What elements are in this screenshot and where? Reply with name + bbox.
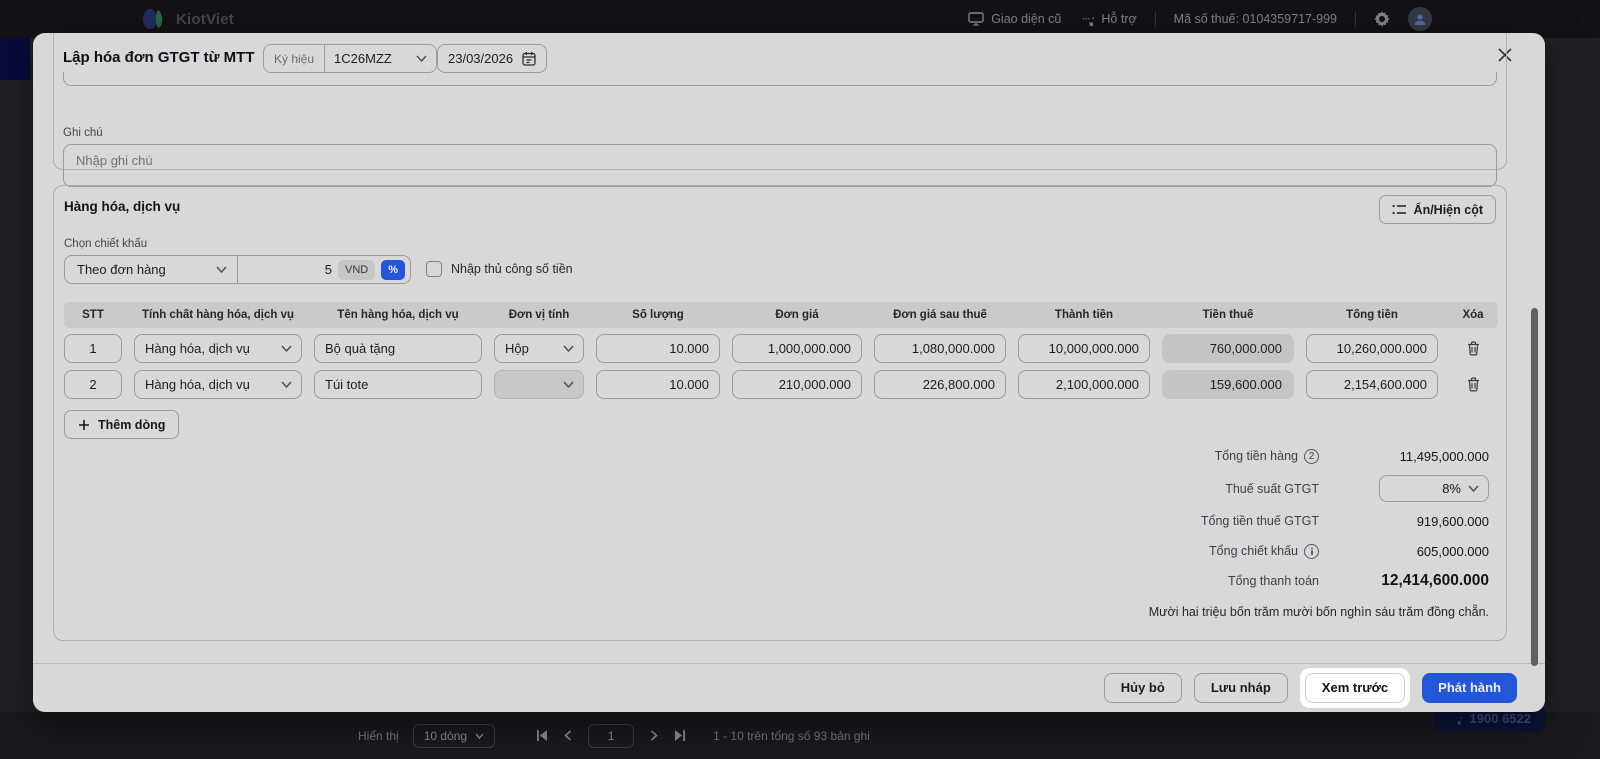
chevron-down-icon	[475, 733, 484, 739]
quantity-input[interactable]: 10.000	[596, 370, 720, 399]
discount-total-value: 605,000.000	[1416, 543, 1489, 559]
show-label: Hiển thị	[358, 728, 399, 743]
amount-input[interactable]: 2,100,000.000	[1018, 370, 1150, 399]
trash-icon	[1467, 341, 1480, 356]
preview-button[interactable]: Xem trước	[1304, 672, 1406, 703]
pagination-summary: 1 - 10 trên tổng số 93 bản ghi	[713, 728, 870, 743]
chevron-down-icon	[563, 381, 574, 388]
cancel-button[interactable]: Hủy bỏ	[1103, 672, 1182, 703]
modal-scrollbar-thumb[interactable]	[1531, 308, 1538, 666]
header-divider	[1355, 11, 1356, 27]
line-total-input[interactable]: 2,154,600.000	[1306, 370, 1438, 399]
discount-type-select[interactable]: Theo đơn hàng	[65, 256, 237, 283]
tax-amount-readonly: 159,600.000	[1162, 370, 1294, 399]
tax-amount-readonly: 760,000.000	[1162, 334, 1294, 363]
price-after-tax-input[interactable]: 1,080,000.000	[874, 334, 1006, 363]
chevron-down-icon	[281, 381, 292, 388]
table-header-row: STT Tính chất hàng hóa, dịch vụ Tên hàng…	[64, 302, 1498, 328]
vat-rate-label: Thuế suất GTGT	[1225, 481, 1319, 496]
vat-total-value: 919,600.000	[1416, 513, 1489, 529]
page-size-select[interactable]: 10 dòng	[412, 723, 496, 748]
price-input[interactable]: 210,000.000	[732, 370, 862, 399]
chevron-down-icon	[1468, 485, 1479, 492]
delete-row-button[interactable]	[1450, 334, 1496, 363]
info-icon[interactable]	[1304, 543, 1319, 559]
brand-logo: KiotViet	[142, 8, 234, 30]
delete-row-button[interactable]	[1450, 370, 1496, 399]
vat-rate-select[interactable]: 8%	[1379, 475, 1489, 502]
publish-button[interactable]: Phát hành	[1422, 672, 1517, 703]
header-divider	[1154, 11, 1156, 27]
page-number-input[interactable]: 1	[588, 723, 635, 748]
subtotal-value: 11,495,000.000	[1399, 448, 1489, 464]
discount-label: Chọn chiết khấu	[64, 238, 148, 250]
next-page-icon[interactable]	[650, 730, 658, 741]
line-total-input[interactable]: 10,260,000.000	[1306, 334, 1438, 363]
amount-input[interactable]: 10,000,000.000	[1018, 334, 1150, 363]
settings-gear-icon[interactable]	[1374, 11, 1390, 27]
item-name-input[interactable]: Bộ quà tặng	[314, 334, 482, 363]
subtotal-label: Tổng tiền hàng 2	[1215, 448, 1319, 464]
chat-icon	[1079, 12, 1095, 26]
first-page-icon[interactable]	[537, 730, 548, 741]
table-row: 1 Hàng hóa, dịch vụ Bộ quà tặng Hộp 10.0…	[64, 334, 1498, 363]
user-avatar[interactable]	[1408, 7, 1432, 31]
item-name-input[interactable]: Túi tote	[314, 370, 482, 399]
stt-cell: 1	[64, 334, 122, 363]
support-link[interactable]: Hỗ trợ	[1079, 12, 1137, 26]
toggle-columns-button[interactable]: Ẩn/Hiện cột	[1378, 195, 1496, 224]
percent-toggle[interactable]: %	[381, 259, 405, 280]
unit-select[interactable]: Hộp	[494, 334, 584, 363]
items-table: STT Tính chất hàng hóa, dịch vụ Tên hàng…	[64, 302, 1498, 406]
tax-code-text: Mã số thuế: 0104359717-999	[1173, 12, 1337, 26]
kiotviet-logo-icon	[142, 8, 168, 30]
table-row: 2 Hàng hóa, dịch vụ Túi tote 10.000 210,…	[64, 370, 1498, 399]
chevron-down-icon	[563, 345, 574, 352]
manual-amount-checkbox[interactable]	[426, 261, 442, 277]
note-label: Ghi chú	[63, 127, 103, 139]
items-section-title: Hàng hóa, dịch vụ	[64, 199, 181, 214]
price-input[interactable]: 1,000,000.000	[732, 334, 862, 363]
last-page-icon[interactable]	[674, 730, 686, 741]
create-invoice-modal: Lập hóa đơn GTGT từ MTT Ký hiệu 1C26MZZ …	[33, 33, 1545, 712]
stt-cell: 2	[64, 370, 122, 399]
note-textarea[interactable]	[63, 144, 1497, 187]
save-draft-button[interactable]: Lưu nháp	[1193, 672, 1288, 703]
chevron-down-icon	[281, 345, 292, 352]
plus-icon	[78, 419, 90, 431]
price-after-tax-input[interactable]: 226,800.000	[874, 370, 1006, 399]
manual-amount-label: Nhập thủ công số tiền	[451, 262, 573, 276]
item-count-badge: 2	[1304, 448, 1319, 464]
amount-in-words: Mười hai triệu bốn trăm mười bốn nghìn s…	[1148, 605, 1489, 619]
cutoff-input[interactable]	[63, 72, 1497, 86]
add-row-button[interactable]: Thêm dòng	[64, 410, 180, 439]
discount-group: Theo đơn hàng VND %	[64, 255, 411, 284]
grand-total-value: 12,414,600.000	[1381, 572, 1489, 589]
modal-footer: Hủy bỏ Lưu nháp Xem trước Phát hành	[33, 663, 1545, 712]
chat-bubble-icon	[1448, 712, 1462, 725]
chevron-down-icon	[216, 266, 227, 273]
quantity-input[interactable]: 10.000	[596, 334, 720, 363]
discount-value-input[interactable]	[271, 262, 332, 277]
columns-icon	[1392, 204, 1407, 215]
secondary-nav-sliver	[0, 38, 30, 80]
trash-icon	[1467, 377, 1480, 392]
grand-total-label: Tổng thanh toán	[1227, 574, 1319, 588]
discount-total-label: Tổng chiết khấu	[1209, 543, 1319, 559]
items-card: Hàng hóa, dịch vụ Ẩn/Hiện cột Chọn chiết…	[53, 185, 1507, 641]
preview-spotlight: Xem trước	[1299, 667, 1411, 708]
prev-page-icon[interactable]	[564, 730, 572, 741]
vnd-toggle[interactable]: VND	[337, 259, 376, 280]
totals-block: Tổng tiền hàng 2 11,495,000.000 Thuế suấ…	[1029, 441, 1489, 619]
item-type-select[interactable]: Hàng hóa, dịch vụ	[134, 334, 302, 363]
pagination-bar: Hiển thị 10 dòng 1 1 - 10 trên tổng số 9…	[0, 712, 1600, 759]
brand-name: KiotViet	[176, 10, 234, 28]
vat-total-label: Tổng tiền thuế GTGT	[1200, 514, 1319, 528]
old-ui-link[interactable]: Giao diện cũ	[968, 12, 1061, 26]
item-type-select[interactable]: Hàng hóa, dịch vụ	[134, 370, 302, 399]
unit-select[interactable]	[494, 370, 584, 399]
monitor-icon	[968, 12, 984, 26]
